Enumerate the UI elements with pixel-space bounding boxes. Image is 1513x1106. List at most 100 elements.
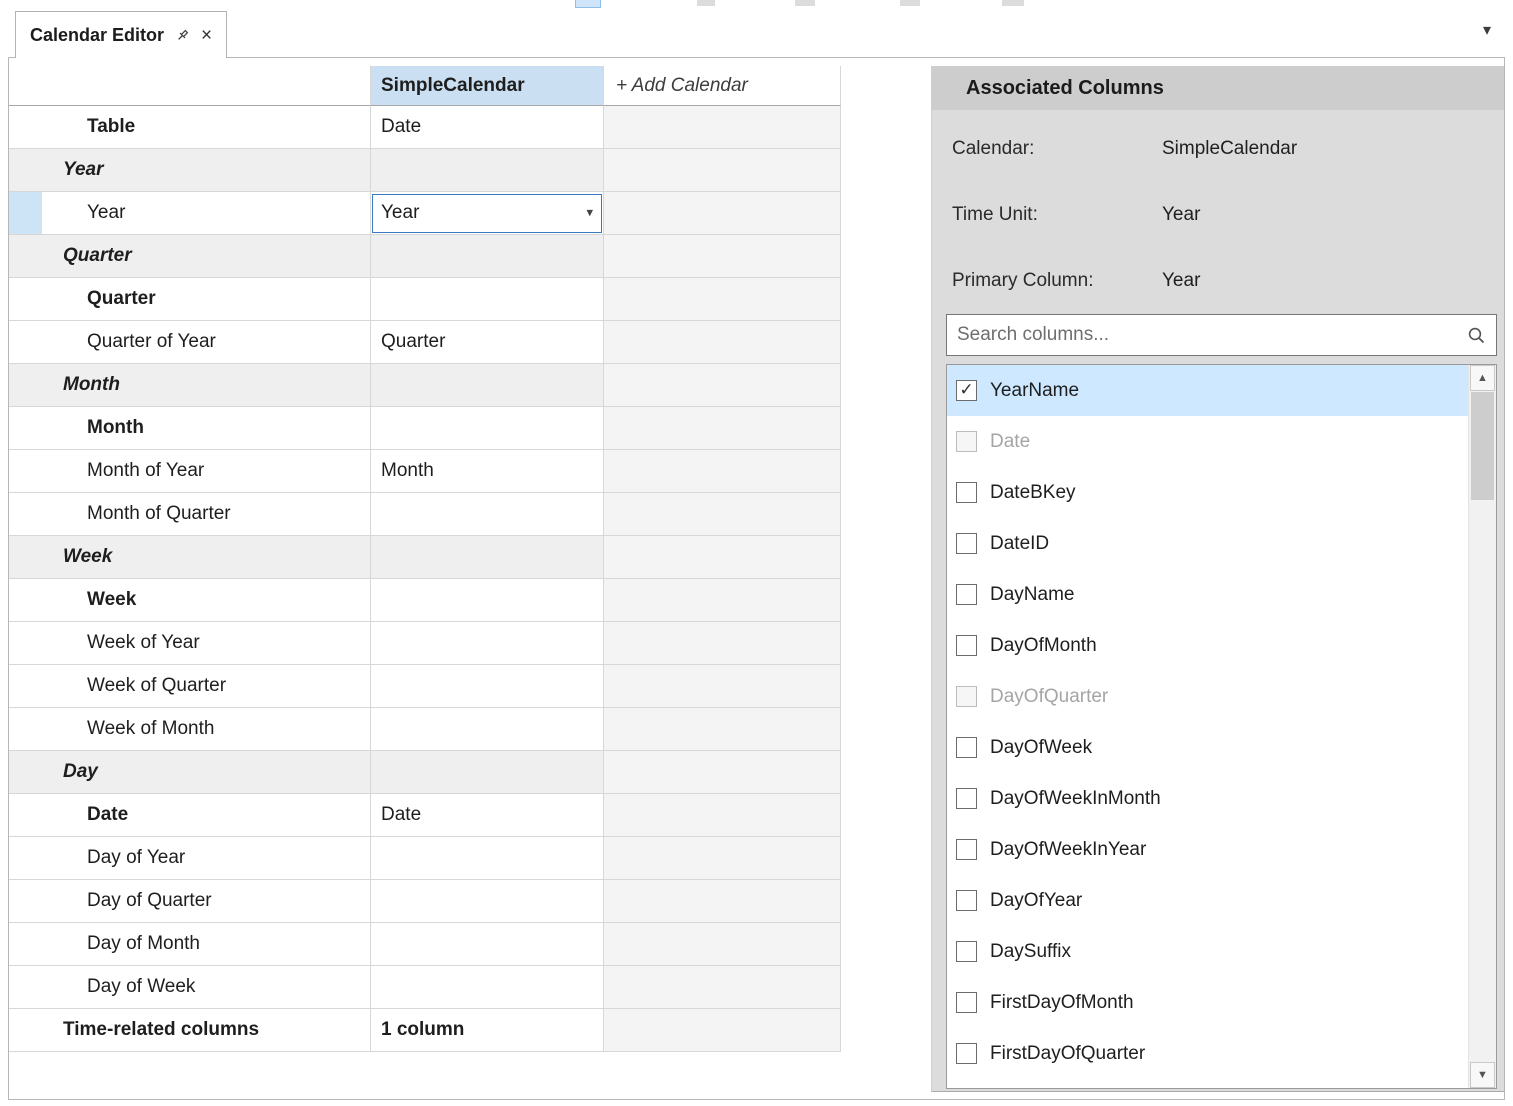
checkbox[interactable]: ✓ — [956, 890, 977, 911]
tab-calendar-editor[interactable]: Calendar Editor × — [15, 11, 227, 58]
row-value-cell[interactable] — [371, 880, 604, 923]
checkbox[interactable]: ✓ — [956, 941, 977, 962]
row-value-cell[interactable] — [371, 278, 604, 321]
panel-info: Calendar: SimpleCalendar Time Unit: Year… — [932, 110, 1504, 314]
list-item[interactable]: ✓ DayOfMonth — [947, 620, 1468, 671]
calendar-column-header[interactable]: SimpleCalendar — [371, 66, 604, 106]
list-item[interactable]: ✓ DateID — [947, 518, 1468, 569]
row-value-cell[interactable] — [371, 149, 604, 192]
row-value-cell[interactable] — [371, 407, 604, 450]
table-row: Time-related columns 1 column — [9, 1009, 842, 1052]
pin-icon[interactable] — [175, 28, 190, 43]
column-dropdown[interactable]: Year ▾ — [372, 194, 602, 233]
table-row: Day of Month — [9, 923, 842, 966]
column-name: DaySuffix — [990, 941, 1071, 963]
info-label: Time Unit: — [952, 204, 1162, 226]
add-calendar-cell — [604, 364, 841, 407]
row-label: Month — [63, 374, 120, 396]
checkbox[interactable]: ✓ — [956, 380, 977, 401]
list-item[interactable]: ✓ Date — [947, 416, 1468, 467]
row-label-cell: Time-related columns — [9, 1009, 371, 1052]
list-item[interactable]: ✓ DayOfWeekInMonth — [947, 773, 1468, 824]
checkbox[interactable]: ✓ — [956, 482, 977, 503]
scrollbar[interactable]: ▲ ▼ — [1468, 365, 1496, 1088]
row-value-cell[interactable]: 1 column — [371, 1009, 604, 1052]
row-value-cell[interactable] — [371, 708, 604, 751]
search-input[interactable] — [957, 324, 1467, 346]
list-item[interactable]: ✓ FirstDayOfQuarter — [947, 1028, 1468, 1079]
document-list-dropdown-icon[interactable]: ▾ — [1483, 20, 1491, 40]
row-label: Quarter — [87, 288, 156, 310]
row-value-cell[interactable]: Quarter — [371, 321, 604, 364]
row-value: Quarter — [381, 331, 445, 353]
scrollbar-thumb[interactable] — [1471, 392, 1494, 500]
list-item[interactable]: ✓ DaySuffix — [947, 926, 1468, 977]
list-item[interactable]: ✓ DateBKey — [947, 467, 1468, 518]
tab-title: Calendar Editor — [30, 25, 164, 46]
add-calendar-cell — [604, 708, 841, 751]
row-label-cell: Month of Quarter — [9, 493, 371, 536]
row-value-cell[interactable] — [371, 966, 604, 1009]
checkbox[interactable]: ✓ — [956, 533, 977, 554]
checkbox[interactable]: ✓ — [956, 992, 977, 1013]
list-item[interactable]: ✓ YearName — [947, 365, 1468, 416]
row-label-cell: Quarter — [9, 278, 371, 321]
info-value: Year — [1162, 270, 1200, 292]
scroll-up-icon[interactable]: ▲ — [1470, 365, 1495, 391]
row-value-cell[interactable] — [371, 579, 604, 622]
list-item[interactable]: ✓ DayOfQuarter — [947, 671, 1468, 722]
column-name: FirstDayOfQuarter — [990, 1043, 1145, 1065]
column-name: DayOfWeek — [990, 737, 1092, 759]
list-item[interactable]: ✓ DayOfWeek — [947, 722, 1468, 773]
row-selector[interactable] — [9, 192, 42, 234]
row-label: Week of Quarter — [87, 675, 226, 697]
add-calendar-button[interactable]: + Add Calendar — [604, 66, 841, 106]
row-value-cell[interactable] — [371, 751, 604, 794]
info-label: Calendar: — [952, 138, 1162, 160]
row-label-cell: Week — [9, 536, 371, 579]
checkbox[interactable]: ✓ — [956, 788, 977, 809]
row-label: Day of Month — [87, 933, 200, 955]
checkbox[interactable]: ✓ — [956, 1043, 977, 1064]
list-item[interactable]: ✓ — [947, 1079, 1468, 1089]
list-item[interactable]: ✓ FirstDayOfMonth — [947, 977, 1468, 1028]
checkbox[interactable]: ✓ — [956, 686, 977, 707]
checkbox[interactable]: ✓ — [956, 431, 977, 452]
row-value-cell[interactable] — [371, 235, 604, 278]
row-value-cell[interactable] — [371, 536, 604, 579]
scroll-down-icon[interactable]: ▼ — [1470, 1062, 1495, 1088]
row-value-cell[interactable]: Month — [371, 450, 604, 493]
list-item[interactable]: ✓ DayOfYear — [947, 875, 1468, 926]
row-value-cell[interactable] — [371, 923, 604, 966]
row-label-cell: Month — [9, 364, 371, 407]
row-value-cell[interactable] — [371, 837, 604, 880]
row-value-cell[interactable] — [371, 493, 604, 536]
row-value-cell[interactable]: Date — [371, 794, 604, 837]
checkbox[interactable]: ✓ — [956, 584, 977, 605]
row-value-cell[interactable] — [371, 364, 604, 407]
chevron-down-icon[interactable]: ▾ — [586, 205, 593, 221]
table-row: Week — [9, 536, 842, 579]
row-value-cell[interactable] — [371, 622, 604, 665]
row-label-cell: Year — [9, 149, 371, 192]
check-icon: ✓ — [959, 381, 973, 398]
row-label-cell: Year — [9, 192, 371, 235]
list-item[interactable]: ✓ DayOfWeekInYear — [947, 824, 1468, 875]
row-value-cell[interactable]: Date — [371, 106, 604, 149]
table-row: Quarter — [9, 278, 842, 321]
toolbar-fragment — [1002, 0, 1024, 6]
close-icon[interactable]: × — [201, 26, 212, 45]
checkbox[interactable]: ✓ — [956, 737, 977, 758]
row-label: Week — [63, 546, 112, 568]
row-value-cell[interactable] — [371, 665, 604, 708]
table-row: Table Date — [9, 106, 842, 149]
checkbox[interactable]: ✓ — [956, 635, 977, 656]
row-value-cell[interactable]: Year ▾ — [371, 192, 604, 235]
column-name: DateID — [990, 533, 1049, 555]
add-calendar-cell — [604, 536, 841, 579]
checkbox[interactable]: ✓ — [956, 839, 977, 860]
grid-header-row: SimpleCalendar + Add Calendar — [9, 66, 842, 106]
list-item[interactable]: ✓ DayName — [947, 569, 1468, 620]
row-label: Year — [63, 159, 104, 181]
row-label-cell: Day of Week — [9, 966, 371, 1009]
